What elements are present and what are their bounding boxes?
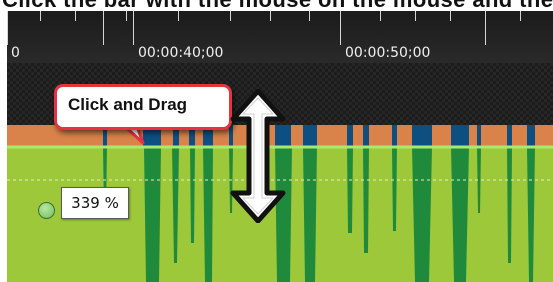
ruler-label-40s: 00:00:40;00 — [138, 45, 224, 61]
ruler-tick — [309, 11, 310, 21]
ruler-tick — [40, 11, 41, 21]
ruler-tick — [380, 11, 381, 21]
ruler-tick — [230, 11, 231, 21]
ruler-tick — [7, 11, 8, 45]
ruler-tick — [520, 11, 521, 21]
ruler-tick — [133, 11, 134, 45]
ruler-tick — [340, 11, 341, 45]
ruler-tick — [450, 11, 451, 21]
ruler-label-50s: 00:00:50;00 — [345, 45, 431, 61]
ruler-tick — [126, 11, 127, 21]
ruler-tick — [103, 11, 104, 45]
ruler-tick — [178, 11, 179, 21]
ruler-tick — [270, 11, 271, 21]
timeline-ruler[interactable]: 0 00:00:40;00 00:00:50;00 — [7, 11, 553, 64]
ruler-label-start: 0 — [11, 45, 20, 61]
click-and-drag-callout: Click and Drag — [54, 84, 232, 130]
volume-handle-icon[interactable] — [38, 202, 55, 219]
volume-percentage-tooltip: 339 % — [61, 187, 129, 219]
vertical-resize-cursor-icon — [230, 89, 286, 223]
ruler-tick — [485, 11, 486, 45]
ruler-tick — [75, 11, 76, 21]
ruler-tick — [415, 11, 416, 21]
timeline-editor: 0 00:00:40;00 00:00:50;00 Click and Drag… — [7, 11, 553, 282]
callout-text: Click and Drag — [68, 95, 188, 114]
